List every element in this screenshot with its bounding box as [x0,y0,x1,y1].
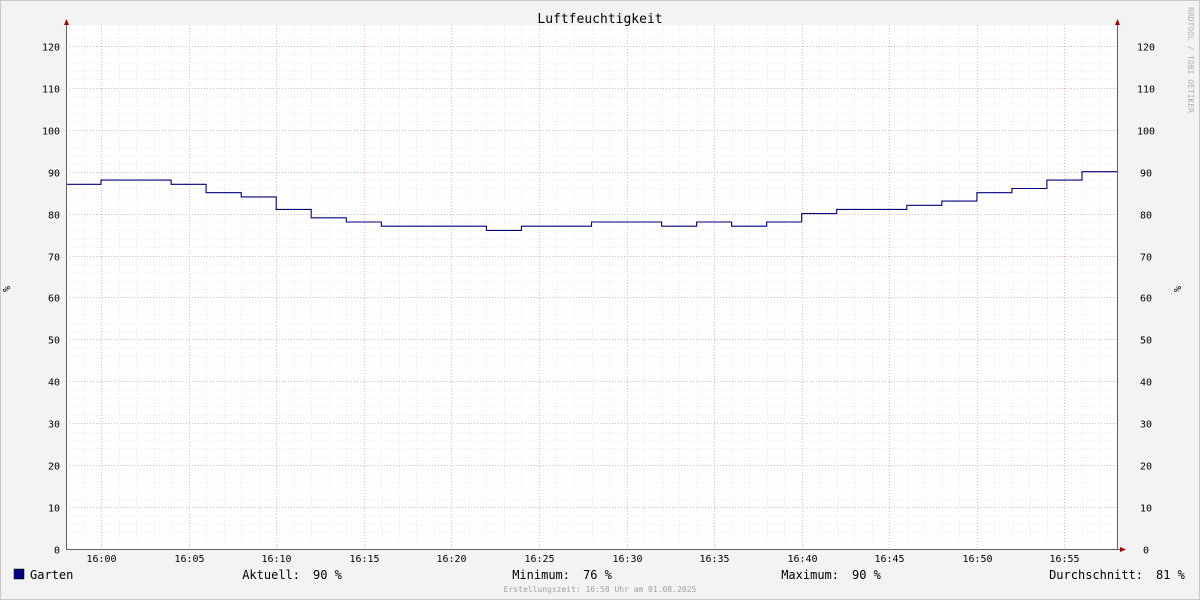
x-tick-label: 16:30 [612,554,642,565]
y-tick-label-left: 40 [48,378,60,389]
y-axis-label-right: % [1173,286,1184,292]
x-tick-label: 16:25 [524,554,554,565]
y-tick-label-right: 70 [1140,253,1152,264]
rrdtool-watermark: RRDTOOL / TOBI OETIKER [1186,7,1195,113]
y-tick-label-right: 120 [1137,43,1155,54]
y-tick-label-left: 90 [48,169,60,180]
x-tick-label: 16:55 [1049,554,1079,565]
y-tick-label-right: 110 [1137,85,1155,96]
y-tick-label-left: 100 [42,127,60,138]
y-tick-label-right: 90 [1140,169,1152,180]
y-tick-label-left: 50 [48,336,60,347]
x-tick-label: 16:20 [436,554,466,565]
y-tick-label-left: 30 [48,420,60,431]
plot-area [66,25,1118,549]
y-tick-label-right: 20 [1140,462,1152,473]
y-tick-label-left: 110 [42,85,60,96]
legend-maximum-value: 90 % [852,568,882,582]
y-tick-label-left: 10 [48,504,60,515]
y-axis-label-left: % [2,286,13,292]
y-tick-label-left: 70 [48,253,60,264]
y-tick-label-left: 20 [48,462,60,473]
x-tick-label: 16:00 [86,554,116,565]
footer-timestamp: Erstellungszeit: 16:58 Uhr am 01.08.2025 [504,585,697,594]
legend-average-label: Durchschnitt: [1049,568,1143,582]
legend-maximum-label: Maximum: [781,568,839,582]
y-tick-label-right: 100 [1137,127,1155,138]
y-tick-label-right: 10 [1140,504,1152,515]
x-tick-label: 16:05 [174,554,204,565]
x-tick-label: 16:45 [874,554,904,565]
legend-average-value: 81 % [1156,568,1186,582]
y-tick-label-right: 40 [1140,378,1152,389]
y-tick-label-right: 0 [1143,546,1149,557]
x-tick-label: 16:35 [699,554,729,565]
legend-current-value: 90 % [313,568,343,582]
y-tick-label-left: 0 [54,546,60,557]
x-tick-label: 16:40 [787,554,817,565]
x-tick-label: 16:15 [349,554,379,565]
legend-minimum-label: Minimum: [512,568,570,582]
x-tick-label: 16:10 [261,554,291,565]
y-tick-label-left: 60 [48,294,60,305]
y-tick-label-right: 80 [1140,211,1152,222]
legend-minimum-value: 76 % [583,568,613,582]
y-tick-label-left: 80 [48,211,60,222]
y-tick-label-left: 120 [42,43,60,54]
legend-current-label: Aktuell: [242,568,300,582]
humidity-chart: Luftfeuchtigkeit % % RRDTOOL / TOBI OETI… [0,0,1200,600]
y-tick-label-right: 60 [1140,294,1152,305]
legend-swatch-garten [13,568,25,580]
legend-series-name: Garten [30,568,73,582]
chart-title: Luftfeuchtigkeit [537,12,662,27]
y-tick-label-right: 50 [1140,336,1152,347]
y-tick-label-right: 30 [1140,420,1152,431]
x-tick-label: 16:50 [962,554,992,565]
